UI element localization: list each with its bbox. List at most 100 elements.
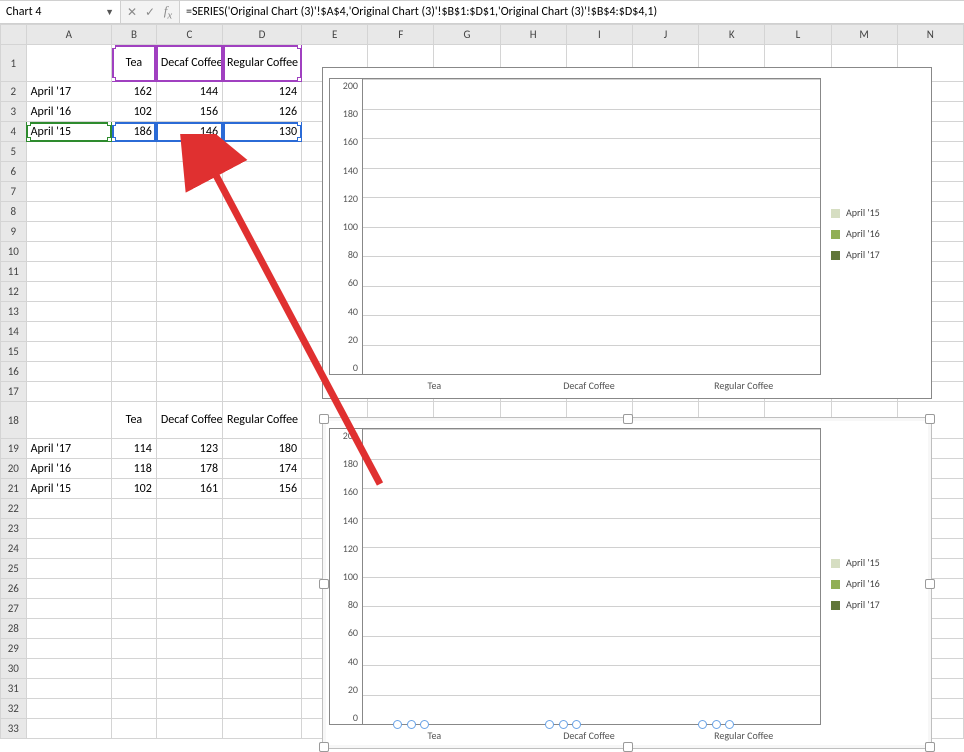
- cell[interactable]: [26, 242, 111, 262]
- cell[interactable]: [112, 579, 157, 599]
- enter-icon[interactable]: ✓: [143, 5, 157, 20]
- cell[interactable]: [156, 659, 222, 679]
- row-header-15[interactable]: 15: [1, 342, 27, 362]
- cell[interactable]: [26, 499, 111, 519]
- cell[interactable]: 156: [223, 479, 302, 499]
- cell[interactable]: 156: [156, 102, 222, 122]
- cell[interactable]: 118: [112, 459, 157, 479]
- cell[interactable]: [26, 282, 111, 302]
- cell[interactable]: [223, 382, 302, 402]
- col-header-F[interactable]: F: [368, 25, 434, 45]
- col-header-E[interactable]: E: [302, 25, 368, 45]
- row-header-8[interactable]: 8: [1, 202, 27, 222]
- cell[interactable]: [156, 142, 222, 162]
- cell[interactable]: 161: [156, 479, 222, 499]
- row-header-19[interactable]: 19: [1, 439, 27, 459]
- cell[interactable]: [112, 282, 157, 302]
- cell[interactable]: [223, 619, 302, 639]
- resize-handle[interactable]: [319, 579, 329, 589]
- cell[interactable]: [26, 162, 111, 182]
- cell[interactable]: [26, 679, 111, 699]
- spreadsheet[interactable]: ABCDEFGHIJKLMN 1TeaDecaf CoffeeRegular C…: [0, 24, 964, 739]
- formula-input[interactable]: =SERIES('Original Chart (3)'!$A$4,'Origi…: [180, 1, 964, 23]
- name-box[interactable]: Chart 4 ▼: [0, 1, 121, 23]
- fx-icon[interactable]: fx: [161, 3, 175, 22]
- cell[interactable]: [156, 519, 222, 539]
- row-header-13[interactable]: 13: [1, 302, 27, 322]
- select-all-cell[interactable]: [1, 25, 27, 45]
- cell[interactable]: [26, 202, 111, 222]
- resize-handle[interactable]: [925, 742, 935, 752]
- cell[interactable]: 102: [112, 479, 157, 499]
- cell[interactable]: [223, 222, 302, 242]
- cell[interactable]: [112, 202, 157, 222]
- legend-item[interactable]: April '16: [831, 227, 921, 240]
- row-header-6[interactable]: 6: [1, 162, 27, 182]
- cell[interactable]: Regular Coffee: [223, 45, 302, 82]
- cell[interactable]: [223, 362, 302, 382]
- cell[interactable]: [223, 302, 302, 322]
- cell[interactable]: [26, 539, 111, 559]
- cell[interactable]: 186: [112, 122, 157, 142]
- cell[interactable]: April '15: [26, 479, 111, 499]
- cancel-icon[interactable]: ✕: [125, 5, 139, 20]
- row-header-23[interactable]: 23: [1, 519, 27, 539]
- resize-handle[interactable]: [623, 414, 633, 424]
- col-header-J[interactable]: J: [632, 25, 698, 45]
- cell[interactable]: [26, 699, 111, 719]
- chart1-legend[interactable]: April '15April '16April '17: [821, 68, 931, 398]
- cell[interactable]: [26, 182, 111, 202]
- cell[interactable]: [112, 619, 157, 639]
- legend-item[interactable]: April '17: [831, 248, 921, 261]
- col-header-K[interactable]: K: [699, 25, 765, 45]
- cell[interactable]: [112, 659, 157, 679]
- cell[interactable]: 114: [112, 439, 157, 459]
- resize-handle[interactable]: [319, 742, 329, 752]
- cell[interactable]: [156, 499, 222, 519]
- resize-handle[interactable]: [319, 414, 329, 424]
- cell[interactable]: [112, 182, 157, 202]
- row-header-18[interactable]: 18: [1, 402, 27, 439]
- chart1-plot-area[interactable]: [362, 79, 820, 374]
- cell[interactable]: [223, 262, 302, 282]
- cell[interactable]: 146: [156, 122, 222, 142]
- range-handle[interactable]: [26, 122, 31, 127]
- col-header-A[interactable]: A: [26, 25, 111, 45]
- cell[interactable]: [156, 222, 222, 242]
- row-header-32[interactable]: 32: [1, 699, 27, 719]
- row-header-4[interactable]: 4: [1, 122, 27, 142]
- resize-handle[interactable]: [925, 414, 935, 424]
- cell[interactable]: [26, 322, 111, 342]
- cell[interactable]: [156, 282, 222, 302]
- cell[interactable]: [26, 142, 111, 162]
- cell[interactable]: [112, 142, 157, 162]
- cell[interactable]: 130: [223, 122, 302, 142]
- legend-item[interactable]: April '17: [831, 598, 921, 611]
- cell[interactable]: [112, 539, 157, 559]
- range-handle[interactable]: [297, 45, 302, 50]
- col-header-N[interactable]: N: [897, 25, 963, 45]
- row-header-10[interactable]: 10: [1, 242, 27, 262]
- cell[interactable]: [223, 719, 302, 739]
- cell[interactable]: [223, 659, 302, 679]
- cell[interactable]: [112, 639, 157, 659]
- cell[interactable]: [223, 599, 302, 619]
- cell[interactable]: [223, 539, 302, 559]
- row-header-1[interactable]: 1: [1, 45, 27, 82]
- cell[interactable]: [223, 242, 302, 262]
- range-handle[interactable]: [297, 122, 302, 127]
- cell[interactable]: [26, 382, 111, 402]
- range-handle[interactable]: [112, 45, 117, 50]
- cell[interactable]: [223, 202, 302, 222]
- row-header-29[interactable]: 29: [1, 639, 27, 659]
- col-header-H[interactable]: H: [500, 25, 566, 45]
- row-header-27[interactable]: 27: [1, 599, 27, 619]
- cell[interactable]: [112, 222, 157, 242]
- row-header-22[interactable]: 22: [1, 499, 27, 519]
- cell[interactable]: [112, 322, 157, 342]
- cell[interactable]: April '16: [26, 102, 111, 122]
- range-handle[interactable]: [112, 122, 117, 127]
- cell[interactable]: [26, 719, 111, 739]
- cell[interactable]: [156, 342, 222, 362]
- cell[interactable]: [156, 162, 222, 182]
